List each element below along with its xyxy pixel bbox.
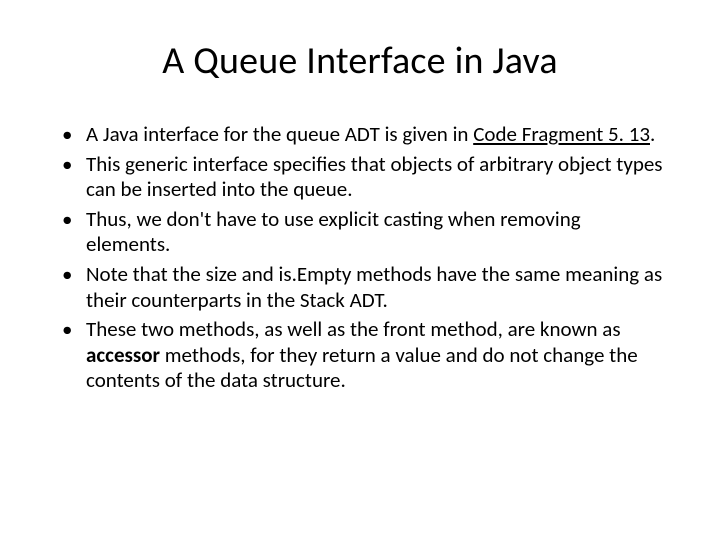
text-span: This generic interface specifies that ob…	[86, 151, 663, 203]
list-item: Thus, we don't have to use explicit cast…	[62, 207, 668, 258]
list-item: Note that the size and is.Empty methods …	[62, 262, 668, 313]
slide: A Queue Interface in Java A Java interfa…	[0, 0, 720, 540]
slide-title: A Queue Interface in Java	[52, 38, 668, 84]
text-span: Note that the size and is.Empty methods …	[86, 261, 662, 313]
text-span: methods, for they return a value and do …	[86, 342, 638, 394]
list-item: These two methods, as well as the front …	[62, 317, 668, 394]
bullet-list: A Java interface for the queue ADT is gi…	[52, 122, 668, 394]
text-span: Thus, we don't have to use explicit cast…	[86, 206, 581, 258]
link-text: Code Fragment 5. 13	[473, 121, 650, 147]
list-item: A Java interface for the queue ADT is gi…	[62, 122, 668, 148]
bold-text: accessor	[86, 342, 160, 368]
text-span: .	[650, 121, 655, 147]
text-span: A Java interface for the queue ADT is gi…	[86, 121, 473, 147]
list-item: This generic interface specifies that ob…	[62, 152, 668, 203]
text-span: These two methods, as well as the front …	[86, 316, 621, 342]
